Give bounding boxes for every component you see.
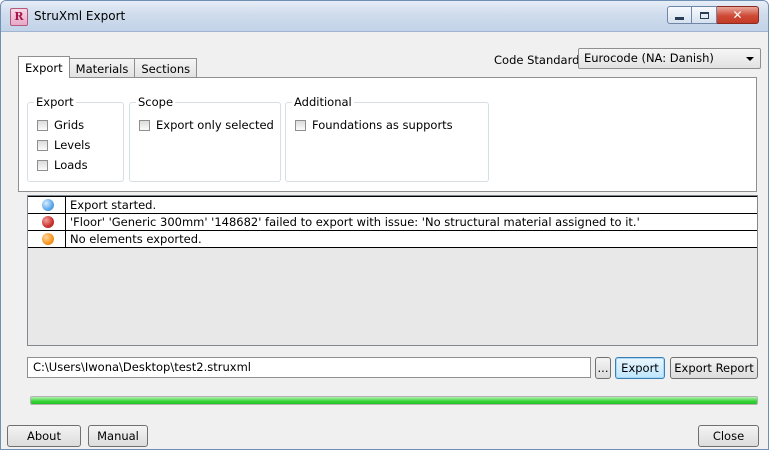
log-row[interactable]: No elements exported.	[28, 230, 757, 248]
tab-strip: Export Materials Sections	[18, 56, 198, 78]
foundations-as-supports-label: Foundations as supports	[312, 118, 453, 132]
log-message: Export started.	[70, 198, 157, 212]
about-button[interactable]: About	[7, 425, 81, 447]
export-group: Export Grids Levels Loads	[27, 95, 124, 182]
log-message: No elements exported.	[70, 232, 202, 246]
export-progress-bar	[30, 396, 758, 405]
close-window-button[interactable]: ✕	[717, 6, 759, 24]
levels-option[interactable]: Levels	[37, 138, 90, 152]
export-only-selected-option[interactable]: Export only selected	[139, 118, 274, 132]
levels-label: Levels	[54, 138, 91, 152]
log-row[interactable]: Export started.	[28, 196, 757, 214]
additional-group-title: Additional	[292, 95, 354, 109]
revit-app-icon: R	[10, 8, 28, 26]
loads-checkbox[interactable]	[37, 159, 48, 171]
status-cell	[28, 231, 66, 247]
minimize-icon	[675, 16, 684, 20]
code-standard-value: Eurocode (NA: Danish)	[584, 51, 714, 65]
export-only-selected-checkbox[interactable]	[139, 119, 150, 131]
scope-group: Scope Export only selected	[129, 95, 281, 182]
browse-button[interactable]: ...	[595, 357, 611, 379]
caption-buttons: ✕	[667, 6, 759, 26]
levels-checkbox[interactable]	[37, 139, 48, 151]
info-status-icon	[42, 199, 54, 211]
minimize-button[interactable]	[667, 6, 692, 24]
log-message: 'Floor' 'Generic 300mm' '148682' failed …	[70, 215, 640, 229]
grids-checkbox[interactable]	[37, 119, 48, 131]
manual-button[interactable]: Manual	[88, 425, 148, 447]
export-group-title: Export	[34, 95, 76, 109]
code-standard-dropdown[interactable]: Eurocode (NA: Danish)	[578, 48, 761, 69]
window-title: StruXml Export	[34, 9, 126, 23]
progress-fill	[31, 397, 757, 404]
foundations-as-supports-checkbox[interactable]	[295, 119, 306, 131]
chevron-down-icon	[746, 57, 754, 61]
tab-sections[interactable]: Sections	[134, 58, 198, 78]
title-bar[interactable]: R StruXml Export ✕	[1, 1, 768, 32]
export-only-selected-label: Export only selected	[156, 118, 274, 132]
close-icon: ✕	[732, 8, 743, 22]
grids-label: Grids	[54, 118, 85, 132]
export-tab-panel: Export Grids Levels Loads Scope Export o…	[18, 77, 757, 192]
export-window: R StruXml Export ✕ Code Standard Eurocod…	[0, 0, 769, 450]
status-cell	[28, 214, 66, 230]
tab-export[interactable]: Export	[18, 56, 70, 78]
code-standard-label: Code Standard	[494, 53, 580, 67]
file-path-input[interactable]: C:\Users\Iwona\Desktop\test2.struxml	[27, 357, 591, 378]
scope-group-title: Scope	[136, 95, 176, 109]
export-log-list[interactable]: Export started. 'Floor' 'Generic 300mm' …	[27, 195, 758, 346]
export-button[interactable]: Export	[615, 357, 665, 379]
maximize-button[interactable]	[692, 6, 717, 24]
foundations-as-supports-option[interactable]: Foundations as supports	[295, 118, 453, 132]
close-button[interactable]: Close	[698, 425, 759, 447]
warning-status-icon	[42, 233, 54, 245]
tab-materials[interactable]: Materials	[68, 58, 136, 78]
error-status-icon	[42, 216, 54, 228]
loads-option[interactable]: Loads	[37, 158, 88, 172]
loads-label: Loads	[54, 158, 88, 172]
grids-option[interactable]: Grids	[37, 118, 84, 132]
additional-group: Additional Foundations as supports	[285, 95, 489, 182]
status-cell	[28, 197, 66, 213]
log-row[interactable]: 'Floor' 'Generic 300mm' '148682' failed …	[28, 213, 757, 231]
export-report-button[interactable]: Export Report	[670, 357, 758, 379]
maximize-icon	[699, 11, 709, 19]
